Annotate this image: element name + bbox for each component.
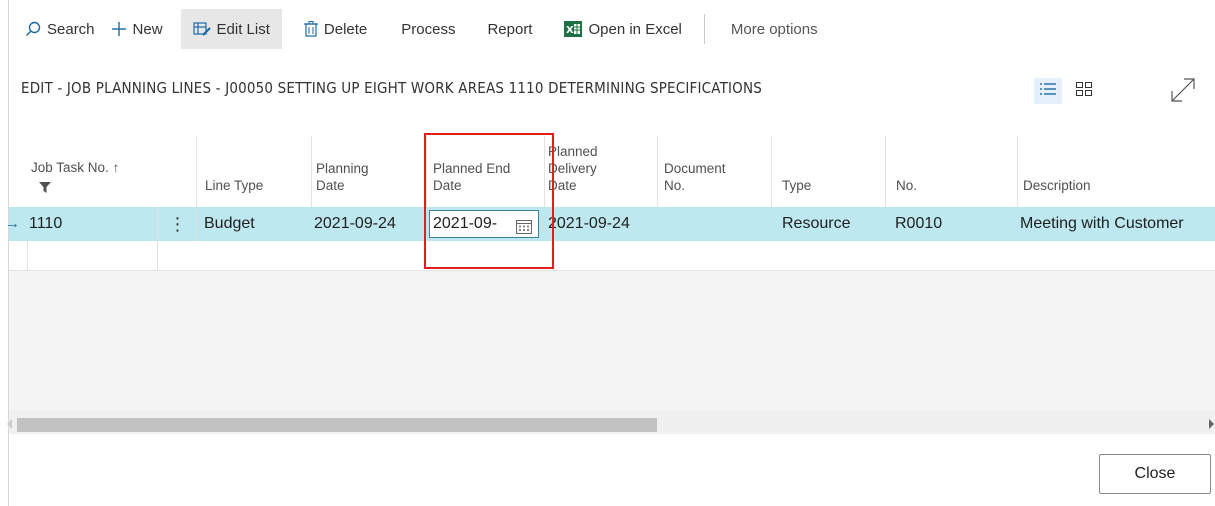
close-button[interactable]: Close — [1099, 454, 1211, 494]
tile-view-button[interactable] — [1070, 78, 1098, 104]
header-job-task-no[interactable]: Job Task No. ↑ — [31, 159, 119, 176]
cell-no[interactable]: R0010 — [895, 207, 942, 241]
header-planned-delivery-date[interactable]: Planned Delivery Date — [548, 143, 598, 194]
delete-label: Delete — [323, 20, 368, 38]
process-label: Process — [401, 20, 456, 38]
empty-grid-area — [9, 271, 1215, 410]
header-type[interactable]: Type — [782, 177, 811, 194]
report-label: Report — [487, 20, 533, 38]
cell-description[interactable]: Meeting with Customer — [1020, 207, 1184, 241]
expand-button[interactable] — [1169, 76, 1197, 109]
open-in-excel-label: Open in Excel — [588, 20, 682, 38]
cell-job-task-no[interactable]: 1110 — [29, 207, 62, 241]
view-switcher — [1034, 78, 1098, 104]
row-actions-icon[interactable]: ⋮ — [159, 207, 196, 241]
expand-icon — [1169, 78, 1197, 108]
delete-button[interactable]: Delete — [296, 9, 375, 49]
filter-icon — [39, 180, 51, 198]
report-menu[interactable]: Report — [479, 9, 540, 49]
more-options-button[interactable]: More options — [723, 9, 826, 49]
current-row-arrow-icon: → — [5, 215, 20, 232]
excel-icon: X — [564, 21, 583, 37]
page-frame: Search New Edit List Delete Process Repo… — [5, 0, 1215, 506]
new-button[interactable]: New — [103, 9, 171, 49]
action-bar: Search New Edit List Delete Process Repo… — [9, 0, 1215, 58]
column-divider — [157, 207, 158, 241]
svg-text:X: X — [566, 25, 574, 36]
header-planning-date[interactable]: Planning Date — [316, 160, 369, 194]
cell-planning-date[interactable]: 2021-09-24 — [314, 207, 396, 241]
empty-row[interactable] — [9, 241, 1215, 271]
column-divider — [157, 241, 158, 271]
list-view-icon — [1040, 82, 1056, 101]
edit-list-button[interactable]: Edit List — [180, 9, 282, 49]
open-in-excel-button[interactable]: X Open in Excel — [556, 9, 689, 49]
header-description[interactable]: Description — [1023, 177, 1091, 194]
highlight-box — [424, 133, 554, 269]
process-menu[interactable]: Process — [393, 9, 463, 49]
header-line-type[interactable]: Line Type — [205, 177, 263, 194]
more-options-label: More options — [730, 20, 818, 38]
search-button[interactable]: Search — [17, 9, 103, 49]
scroll-left-icon[interactable] — [7, 419, 12, 429]
edit-list-label: Edit List — [216, 20, 270, 38]
cell-line-type[interactable]: Budget — [204, 207, 255, 241]
scrollbar-thumb[interactable] — [17, 418, 657, 432]
trash-icon — [303, 21, 318, 37]
cell-type[interactable]: Resource — [782, 207, 850, 241]
header-no[interactable]: No. — [896, 177, 917, 194]
column-divider — [27, 241, 28, 271]
scroll-right-icon[interactable] — [1209, 419, 1214, 429]
table-row[interactable]: → 1110 ⋮ Budget 2021-09-24 2021-09-24 Re… — [5, 207, 1215, 241]
search-label: Search — [47, 20, 95, 38]
column-divider — [196, 207, 197, 241]
horizontal-scrollbar[interactable] — [7, 410, 1215, 434]
grid-header: Job Task No. ↑ Line Type Planning Date P… — [9, 124, 1215, 206]
new-label: New — [132, 20, 163, 38]
action-separator — [703, 14, 705, 44]
plus-icon — [111, 21, 127, 37]
cell-planned-delivery-date[interactable]: 2021-09-24 — [548, 207, 630, 241]
tile-view-icon — [1076, 81, 1092, 101]
page-title: EDIT - JOB PLANNING LINES - J00050 SETTI… — [21, 79, 763, 97]
edit-list-icon — [192, 21, 211, 37]
search-icon — [25, 21, 41, 37]
list-view-button[interactable] — [1034, 78, 1062, 104]
header-document-no[interactable]: Document No. — [664, 160, 726, 194]
